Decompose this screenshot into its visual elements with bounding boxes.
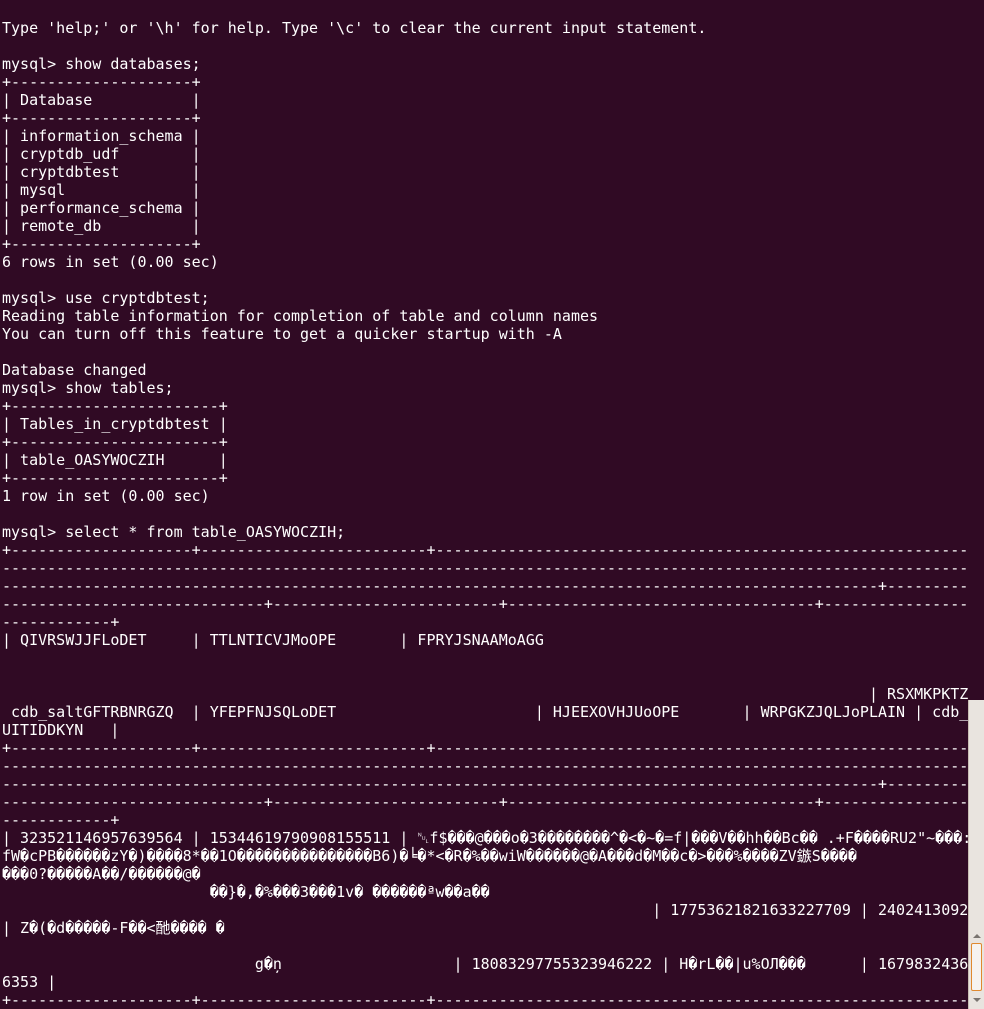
terminal-line: ------------+: [2, 613, 120, 631]
terminal-line: mysql> use cryptdbtest;: [2, 289, 210, 307]
terminal-line: +--------------------+: [2, 235, 201, 253]
terminal-line: UITIDDKYN |: [2, 721, 120, 739]
terminal-line: | mysql |: [2, 181, 201, 199]
terminal-line: | information_schema |: [2, 127, 201, 145]
terminal-line: | table_OASYWOCZIH |: [2, 451, 228, 469]
terminal-line: ----------------------------------------…: [2, 577, 968, 595]
terminal-window[interactable]: Type 'help;' or '\h' for help. Type '\c'…: [0, 0, 984, 1009]
terminal-line: mysql> select * from table_OASYWOCZIH;: [2, 523, 346, 541]
terminal-line: +--------------------+------------------…: [2, 991, 968, 1009]
terminal-line: Database changed: [2, 361, 147, 379]
terminal-line: ----------------------------------------…: [2, 757, 968, 775]
terminal-line: | cryptdbtest |: [2, 163, 201, 181]
terminal-line: +--------------------+: [2, 73, 201, 91]
terminal-line: | 17753621821633227709 | 240241309279722…: [2, 901, 968, 919]
terminal-line: | performance_schema |: [2, 199, 201, 217]
terminal-output: Type 'help;' or '\h' for help. Type '\c'…: [2, 19, 968, 1009]
terminal-line: Type 'help;' or '\h' for help. Type '\c'…: [2, 19, 707, 37]
terminal-line: +--------------------+------------------…: [2, 541, 968, 559]
terminal-line: +-----------------------+: [2, 433, 228, 451]
terminal-line: Reading table information for completion…: [2, 307, 599, 325]
scroll-down-icon[interactable]: [973, 998, 981, 1002]
terminal-line: | Z�(�d�����-F��<酏���� �: [2, 919, 225, 937]
terminal-line: ��}�,�%���3���1v� ������ªw��a��: [2, 883, 490, 901]
terminal-line: | RSXMKPKTZPoPLAIN |: [868, 685, 968, 703]
terminal-line: mysql> show tables;: [2, 379, 174, 397]
terminal-line: mysql> show databases;: [2, 55, 201, 73]
terminal-line: 1 row in set (0.00 sec): [2, 487, 210, 505]
terminal-line: 6 rows in set (0.00 sec): [2, 253, 219, 271]
terminal-line: g�ņ | 18083297755323946222 | H�rL��|u%OЛ…: [2, 955, 968, 973]
scrollbar-thumb[interactable]: [971, 943, 982, 991]
terminal-line: +-----------------------+: [2, 397, 228, 415]
terminal-line: cdb_saltGFTRBNRGZQ | YFEPFNJSQLoDET | HJ…: [2, 703, 968, 721]
terminal-line: +--------------------+------------------…: [2, 739, 968, 757]
terminal-line: ���0?�����A��/������@�: [2, 865, 201, 883]
terminal-line: +-----------------------+: [2, 469, 228, 487]
terminal-line: -----------------------------+----------…: [2, 595, 968, 613]
terminal-line: | Database |: [2, 91, 201, 109]
terminal-line: ------------+: [2, 811, 120, 829]
terminal-line: +--------------------+: [2, 109, 201, 127]
scroll-up-icon[interactable]: [973, 934, 981, 938]
terminal-line: | cryptdb_udf |: [2, 145, 201, 163]
terminal-line: ----------------------------------------…: [2, 559, 968, 577]
terminal-line: | Tables_in_cryptdbtest |: [2, 415, 228, 433]
terminal-line: | QIVRSWJJFLoDET | TTLNTICVJMoOPE | FPRY…: [2, 631, 544, 649]
terminal-line: -----------------------------+----------…: [2, 793, 968, 811]
terminal-line: ----------------------------------------…: [2, 775, 968, 793]
terminal-line: | remote_db |: [2, 217, 201, 235]
terminal-line: fW�cPB������zY�)����8*��1O��������������…: [2, 847, 857, 865]
terminal-line: 6353 |: [2, 973, 57, 991]
terminal-line: You can turn off this feature to get a q…: [2, 325, 562, 343]
terminal-line: | 3235211469576395​64 | 1534461979090815…: [2, 829, 968, 847]
